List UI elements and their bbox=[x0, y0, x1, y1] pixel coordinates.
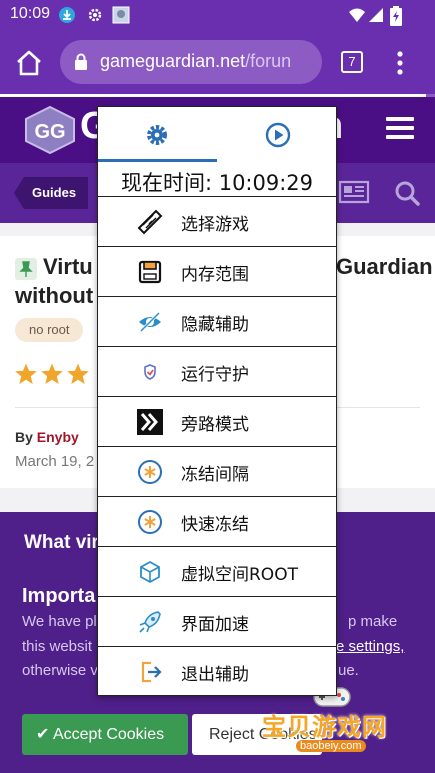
accept-cookies-label: Accept Cookies bbox=[52, 726, 165, 743]
article-title-line1-left[interactable]: Virtu bbox=[43, 254, 93, 280]
freeze-interval-icon bbox=[138, 460, 162, 484]
star-icon bbox=[41, 363, 63, 384]
byline: By Enyby bbox=[15, 429, 79, 445]
status-time: 10:09 bbox=[10, 5, 51, 22]
exit-icon bbox=[141, 661, 162, 683]
gg-menu-item-label: 界面加速 bbox=[181, 615, 249, 635]
tag-no-root[interactable]: no root bbox=[15, 318, 84, 342]
play-icon bbox=[265, 122, 291, 148]
gg-menu-item[interactable]: 虚拟空间ROOT bbox=[98, 546, 336, 596]
accept-cookies-button[interactable]: ✔ Accept Cookies bbox=[22, 714, 188, 755]
gg-menu-item[interactable]: 运行守护 bbox=[98, 346, 336, 396]
star-icon bbox=[67, 363, 89, 384]
gg-menu-item[interactable]: 内存范围 bbox=[98, 246, 336, 296]
url-text: gameguardian.net/forun bbox=[100, 51, 291, 72]
gg-tab-run[interactable] bbox=[217, 107, 336, 162]
gg-menu-item-label: 冻结间隔 bbox=[181, 465, 249, 485]
memory-range-icon bbox=[138, 260, 162, 284]
gg-floating-menu: 现在时间: 10:09:29 选择游戏内存范围隐藏辅助运行守护旁路模式冻结间隔快… bbox=[97, 106, 337, 696]
reject-cookies-button[interactable]: Reject Cookies bbox=[192, 714, 322, 755]
tab-switcher-button[interactable]: 7 bbox=[341, 51, 363, 73]
rocket-icon bbox=[139, 611, 161, 633]
rating-stars bbox=[14, 362, 92, 390]
gg-tab-settings[interactable] bbox=[98, 107, 217, 162]
pin-icon bbox=[15, 258, 37, 280]
post-date: March 19, 2 bbox=[15, 453, 95, 470]
by-label: By bbox=[15, 429, 33, 445]
cookie-text-line1-right: p make bbox=[348, 613, 398, 630]
gameguardian-logo[interactable]: GG bbox=[22, 105, 78, 155]
gg-tab-bar bbox=[98, 107, 336, 162]
gg-menu-item[interactable]: 选择游戏 bbox=[98, 196, 336, 246]
cookie-text-line3-right: ue. bbox=[338, 662, 359, 679]
game-select-icon bbox=[137, 209, 163, 235]
shield-icon bbox=[144, 364, 156, 380]
newspaper-icon[interactable] bbox=[338, 179, 370, 205]
star-icon bbox=[15, 363, 37, 384]
status-bar: 10:09 bbox=[0, 0, 435, 30]
download-icon bbox=[59, 7, 75, 23]
gg-menu-item-label: 选择游戏 bbox=[181, 215, 249, 235]
checkmark-icon: ✔ bbox=[36, 726, 50, 743]
nav-guides[interactable]: Guides bbox=[14, 177, 89, 209]
gg-menu-item-label: 隐藏辅助 bbox=[181, 315, 249, 335]
gear-icon bbox=[147, 125, 167, 145]
app-thumbnail-icon bbox=[112, 6, 130, 24]
author-link[interactable]: Enyby bbox=[37, 429, 79, 445]
address-bar[interactable]: gameguardian.net/forun bbox=[60, 40, 322, 84]
cookie-text-line3-left: otherwise v bbox=[22, 662, 98, 679]
url-host: gameguardian.net bbox=[100, 51, 246, 71]
battery-icon bbox=[390, 6, 402, 26]
quick-freeze-icon bbox=[138, 510, 162, 534]
gg-menu-item-label: 虚拟空间ROOT bbox=[181, 565, 298, 585]
gg-menu-item[interactable]: 快速冻结 bbox=[98, 496, 336, 546]
gg-menu-item[interactable]: 冻结间隔 bbox=[98, 446, 336, 496]
wifi-icon bbox=[349, 8, 365, 22]
url-path: /forun bbox=[245, 51, 292, 71]
gg-current-time: 现在时间: 10:09:29 bbox=[120, 171, 314, 195]
gg-menu-item[interactable]: 退出辅助 bbox=[98, 646, 336, 696]
cookie-text-line1-left: We have pl bbox=[22, 613, 97, 630]
gg-menu-item[interactable]: 隐藏辅助 bbox=[98, 296, 336, 346]
svg-text:GG: GG bbox=[34, 121, 65, 143]
home-icon[interactable] bbox=[14, 48, 44, 78]
virtual-space-icon bbox=[140, 560, 160, 584]
cookie-settings-link[interactable]: e settings, bbox=[336, 638, 404, 655]
gg-menu-item[interactable]: 旁路模式 bbox=[98, 396, 336, 446]
article-title-line1-right[interactable]: Guardian bbox=[336, 254, 433, 280]
bypass-icon bbox=[137, 409, 163, 435]
cookie-important-heading: Importa bbox=[22, 585, 96, 607]
settings-gear-icon bbox=[88, 8, 102, 22]
gg-menu-item-label: 快速冻结 bbox=[181, 515, 249, 535]
signal-icon bbox=[369, 8, 383, 22]
hamburger-menu-icon[interactable] bbox=[386, 117, 414, 141]
cookie-text-line2-left: this websit bbox=[22, 638, 93, 655]
hide-eye-icon bbox=[139, 311, 161, 333]
overflow-menu-icon[interactable] bbox=[395, 50, 405, 76]
lock-icon bbox=[75, 53, 87, 70]
gg-menu-item-label: 旁路模式 bbox=[181, 415, 249, 435]
cookie-heading: What vir bbox=[24, 532, 99, 553]
gg-menu-item-label: 内存范围 bbox=[181, 265, 249, 285]
gg-tab-active-indicator bbox=[98, 159, 217, 162]
article-title-line2[interactable]: without bbox=[15, 283, 93, 309]
gg-menu-item-label: 退出辅助 bbox=[181, 665, 249, 685]
gg-menu-item-label: 运行守护 bbox=[181, 365, 249, 385]
search-icon[interactable] bbox=[394, 180, 420, 206]
gg-menu-item[interactable]: 界面加速 bbox=[98, 596, 336, 646]
browser-toolbar: gameguardian.net/forun 7 bbox=[0, 30, 435, 96]
